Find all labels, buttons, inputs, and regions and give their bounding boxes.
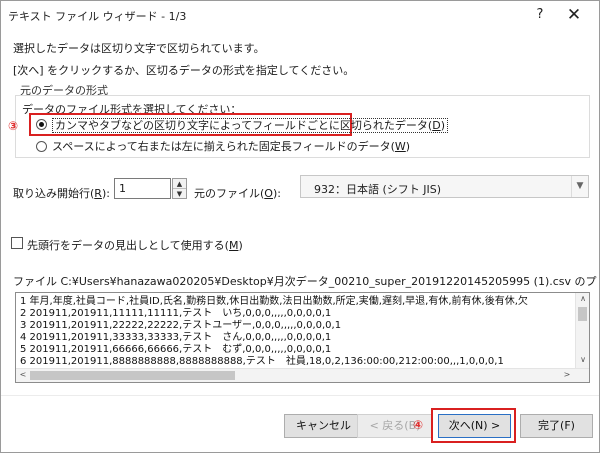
text-import-wizard-window: テキスト ファイル ウィザード - 1/3 ? ✕ 選択したデータは区切り文字で… (0, 0, 600, 453)
file-preview: 1 年月,年度,社員コード,社員ID,氏名,勤務日数,休日出勤数,法日出勤数,所… (15, 292, 590, 383)
scroll-up-icon[interactable]: ∧ (577, 294, 589, 303)
start-row-label: 取り込み開始行(R): (13, 187, 110, 200)
start-row-input[interactable]: 1 (114, 178, 171, 199)
preview-row: 2 201911,201911,11111,11111,テスト いち,0,0,0… (20, 308, 332, 319)
preview-row: 6 201911,201911,8888888888,8888888888,テス… (20, 356, 504, 367)
spin-down-icon[interactable]: ▼ (173, 189, 186, 199)
preview-row: 4 201911,201911,33333,33333,テスト さん,0,0,0… (20, 332, 332, 343)
delimited-radio-label[interactable]: カンマやタブなどの区切り文字によってフィールドごとに区切られたデータ(D) (52, 118, 448, 133)
fixed-width-radio-label[interactable]: スペースによって右または左に揃えられた固定長フィールドのデータ(W) (52, 140, 410, 153)
preview-row: 1 年月,年度,社員コード,社員ID,氏名,勤務日数,休日出勤数,法日出勤数,所… (20, 296, 528, 307)
title-bar: テキスト ファイル ウィザード - 1/3 ? ✕ (1, 1, 599, 29)
description-line-1: 選択したデータは区切り文字で区切られています。 (13, 42, 265, 55)
start-row-spinner[interactable]: ▲ ▼ (172, 178, 187, 199)
source-encoding-value: 932：日本語 (シフト JIS) (314, 183, 442, 196)
finish-button[interactable]: 完了(F) (520, 414, 593, 438)
description-line-2: [次へ] をクリックするか、区切るデータの形式を指定してください。 (13, 64, 355, 77)
help-button[interactable]: ? (529, 4, 551, 26)
header-row-checkbox[interactable] (11, 237, 23, 249)
cancel-button[interactable]: キャンセル (284, 414, 363, 438)
spin-up-icon[interactable]: ▲ (173, 179, 186, 189)
vertical-scroll-thumb[interactable] (578, 307, 587, 321)
horizontal-scroll-thumb[interactable] (30, 371, 235, 380)
preview-row: 3 201911,201911,22222,22222,テストユーザー,0,0,… (20, 320, 342, 331)
header-row-checkbox-label[interactable]: 先頭行をデータの見出しとして使用する(M) (27, 237, 243, 253)
close-button[interactable]: ✕ (562, 4, 586, 26)
annotation-highlight-next (431, 408, 516, 443)
scroll-right-icon[interactable]: > (561, 370, 573, 379)
footer-divider (1, 395, 599, 396)
preview-horizontal-scrollbar[interactable]: < > (16, 368, 589, 382)
window-title: テキスト ファイル ウィザード - 1/3 (8, 10, 187, 23)
fixed-width-radio[interactable] (36, 141, 47, 152)
scroll-left-icon[interactable]: < (17, 370, 29, 379)
source-file-label: 元のファイル(O): (194, 187, 281, 200)
chevron-down-icon[interactable]: ▼ (571, 176, 588, 197)
scroll-down-icon[interactable]: ∨ (577, 355, 589, 364)
annotation-step-4: ④ (413, 418, 424, 432)
preview-vertical-scrollbar[interactable]: ∧ ∨ (575, 293, 589, 368)
delimited-radio[interactable] (36, 119, 47, 130)
preview-row: 5 201911,201911,66666,66666,テスト むず,0,0,0… (20, 344, 332, 355)
source-encoding-select[interactable]: 932：日本語 (シフト JIS) ▼ (300, 175, 589, 198)
annotation-step-3: ③ (8, 119, 19, 133)
